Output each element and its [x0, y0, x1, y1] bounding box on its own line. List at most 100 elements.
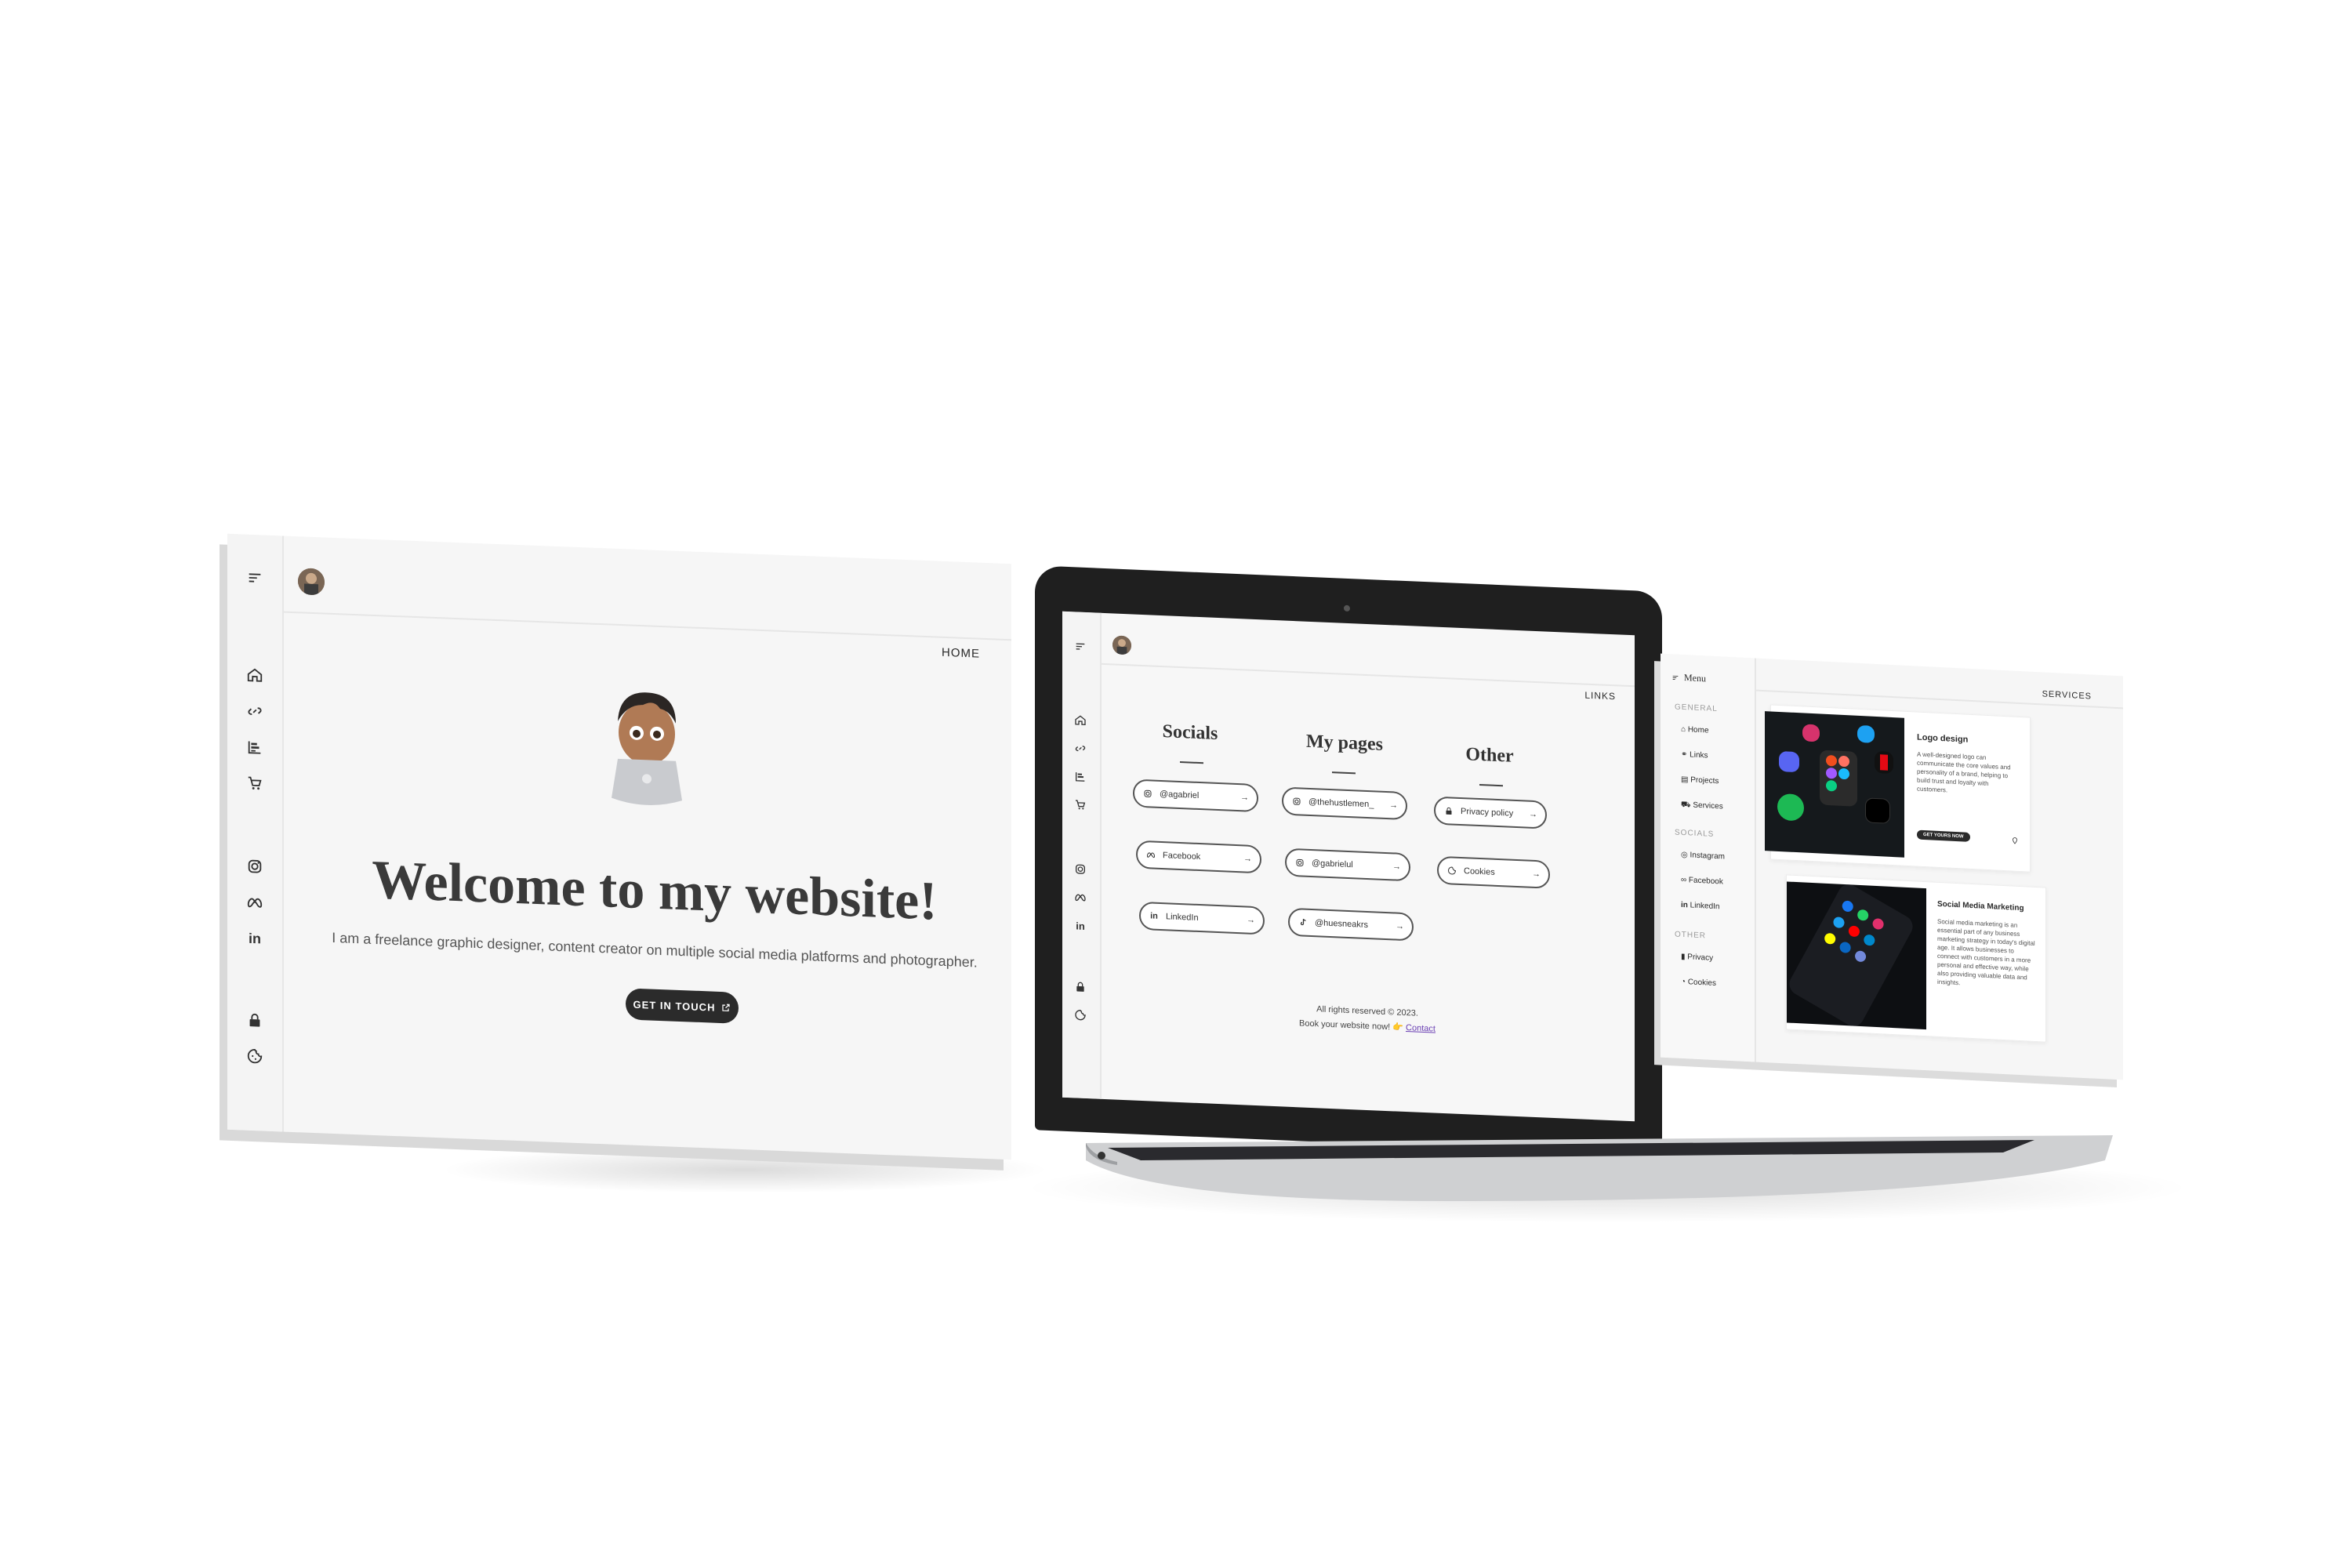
sidebar-item-cookies[interactable]: ◔ Cookies [1681, 978, 1716, 988]
divider [1479, 783, 1503, 787]
sidebar-item-label: Facebook [1688, 876, 1723, 887]
arrow-right-icon: → [1240, 793, 1249, 803]
link-pill-linkedin[interactable]: in LinkedIn → [1139, 901, 1265, 935]
sidebar-item-linkedin[interactable]: in LinkedIn [1681, 901, 1719, 911]
linkedin-icon[interactable]: in [246, 930, 263, 948]
cart-icon[interactable] [246, 775, 263, 793]
linkedin-icon: in [1681, 900, 1690, 910]
sidebar-item-label: Cookies [1687, 978, 1716, 989]
home-icon[interactable] [246, 666, 263, 684]
cart-icon[interactable] [1074, 798, 1087, 811]
link-pill-gabrielul[interactable]: @gabrielul → [1285, 848, 1410, 882]
meta-icon: ∞ [1681, 875, 1689, 885]
lock-icon[interactable] [1074, 980, 1087, 993]
meta-icon[interactable] [1074, 891, 1087, 904]
link-pill-huesneakrs[interactable]: @huesneakrs → [1288, 907, 1414, 942]
instagram-icon [1291, 796, 1302, 808]
external-link-icon [721, 1003, 731, 1012]
get-in-touch-label: GET IN TOUCH [633, 998, 716, 1014]
links-page-panel: in LINKS Socials @agabriel → Facebook → … [1062, 611, 1635, 1122]
sidebar-item-privacy[interactable]: ▮ Privacy [1681, 953, 1713, 963]
link-icon[interactable] [1074, 742, 1087, 755]
page-label: SERVICES [2042, 689, 2092, 702]
card-title: Logo design [1917, 732, 1969, 745]
menu-icon [1671, 673, 1679, 681]
instagram-icon [1294, 857, 1305, 869]
link-icon: ⚭ [1681, 750, 1690, 760]
sidebar-item-home[interactable]: ⌂ Home [1681, 725, 1709, 735]
sidebar-item-services[interactable]: ⛟ Services [1681, 800, 1723, 813]
menu-title: Menu [1684, 672, 1706, 684]
cookie-icon[interactable] [246, 1047, 263, 1065]
sidebar-item-links[interactable]: ⚭ Links [1681, 750, 1708, 760]
spotify-app-icon [1777, 793, 1804, 822]
section-title-socials: SOCIALS [1675, 828, 1715, 839]
link-label: @huesneakrs [1315, 918, 1369, 931]
link-label: Cookies [1464, 866, 1495, 877]
netflix-app-icon [1875, 750, 1893, 775]
pin-icon[interactable] [2011, 834, 2019, 844]
projects-icon[interactable] [246, 739, 263, 757]
phone-apps-thumbnail-image [1787, 881, 1926, 1030]
lock-icon[interactable] [246, 1011, 263, 1029]
lock-icon [1443, 805, 1454, 817]
instagram-icon [1142, 788, 1153, 800]
page-title: Welcome to my website! [372, 849, 938, 932]
menu-icon[interactable] [1074, 640, 1087, 653]
column-title-other: Other [1465, 744, 1514, 767]
link-pill-thehustlemen[interactable]: @thehustlemen_ → [1282, 786, 1407, 821]
link-icon[interactable] [246, 702, 263, 720]
cookie-icon: ◔ [1681, 977, 1688, 987]
get-yours-now-button[interactable]: GET YOURS NOW [1917, 829, 1970, 842]
home-icon[interactable] [1074, 713, 1087, 727]
sidebar-item-projects[interactable]: ▤ Projects [1681, 775, 1719, 786]
home-page-panel: in HOME Welcome to my website! I am a fr… [227, 533, 1011, 1160]
menu-icon[interactable] [246, 569, 263, 587]
arrow-right-icon: → [1392, 862, 1401, 872]
card-text: Social media marketing is an essential p… [1937, 917, 2035, 987]
avatar[interactable] [298, 568, 325, 596]
apps-thumbnail-image [1765, 711, 1904, 858]
instagram-icon[interactable] [246, 858, 263, 876]
sidebar-item-label: Services [1693, 800, 1723, 811]
linkedin-icon[interactable]: in [1074, 919, 1087, 932]
projects-icon[interactable] [1074, 770, 1087, 783]
page-label: HOME [942, 645, 980, 661]
sidebar-item-label: Privacy [1687, 953, 1714, 963]
link-label: @agabriel [1160, 789, 1200, 801]
tiktok-app-icon [1865, 797, 1890, 824]
meta-icon[interactable] [246, 894, 263, 912]
link-pill-privacy-policy[interactable]: Privacy policy → [1434, 796, 1547, 829]
sidebar-item-label: LinkedIn [1690, 901, 1720, 912]
cookie-icon[interactable] [1074, 1008, 1087, 1022]
footer-contact-link[interactable]: Contact [1406, 1023, 1436, 1034]
divider [1332, 771, 1356, 775]
services-page-panel: Menu GENERAL ⌂ Home ⚭ Links ▤ Projects ⛟… [1661, 653, 2123, 1080]
meta-icon [1145, 849, 1156, 861]
sidebar-item-label: Instagram [1690, 851, 1725, 862]
sidebar: in [227, 533, 284, 1132]
home-icon: ⌂ [1681, 724, 1688, 735]
get-in-touch-button[interactable]: GET IN TOUCH [626, 988, 739, 1024]
instagram-icon[interactable] [1074, 862, 1087, 876]
link-pill-facebook[interactable]: Facebook → [1136, 840, 1261, 874]
link-pill-cookies[interactable]: Cookies → [1437, 855, 1550, 889]
section-title-general: GENERAL [1675, 702, 1718, 714]
menu-header[interactable]: Menu [1671, 671, 1706, 684]
link-label: @thehustlemen_ [1308, 797, 1374, 810]
card-text: A well-designed logo can communicate the… [1917, 750, 2011, 794]
sidebar-item-instagram[interactable]: ◎ Instagram [1681, 851, 1725, 862]
cookie-icon [1446, 865, 1457, 877]
service-card-logo-design: Logo design A well-designed logo can com… [1765, 704, 2031, 873]
service-card-social-media-marketing: Social Media Marketing Social media mark… [1786, 874, 2046, 1043]
sidebar: in [1062, 611, 1102, 1099]
sidebar-item-facebook[interactable]: ∞ Facebook [1681, 876, 1723, 887]
arrow-right-icon: → [1396, 921, 1404, 931]
link-label: LinkedIn [1166, 912, 1199, 923]
link-label: @gabrielul [1312, 858, 1353, 870]
instagram-icon: ◎ [1681, 850, 1690, 860]
laptop-base [1086, 1129, 2113, 1203]
divider [1180, 760, 1203, 764]
link-pill-agabriel[interactable]: @agabriel → [1133, 779, 1258, 813]
avatar[interactable] [1112, 635, 1131, 655]
